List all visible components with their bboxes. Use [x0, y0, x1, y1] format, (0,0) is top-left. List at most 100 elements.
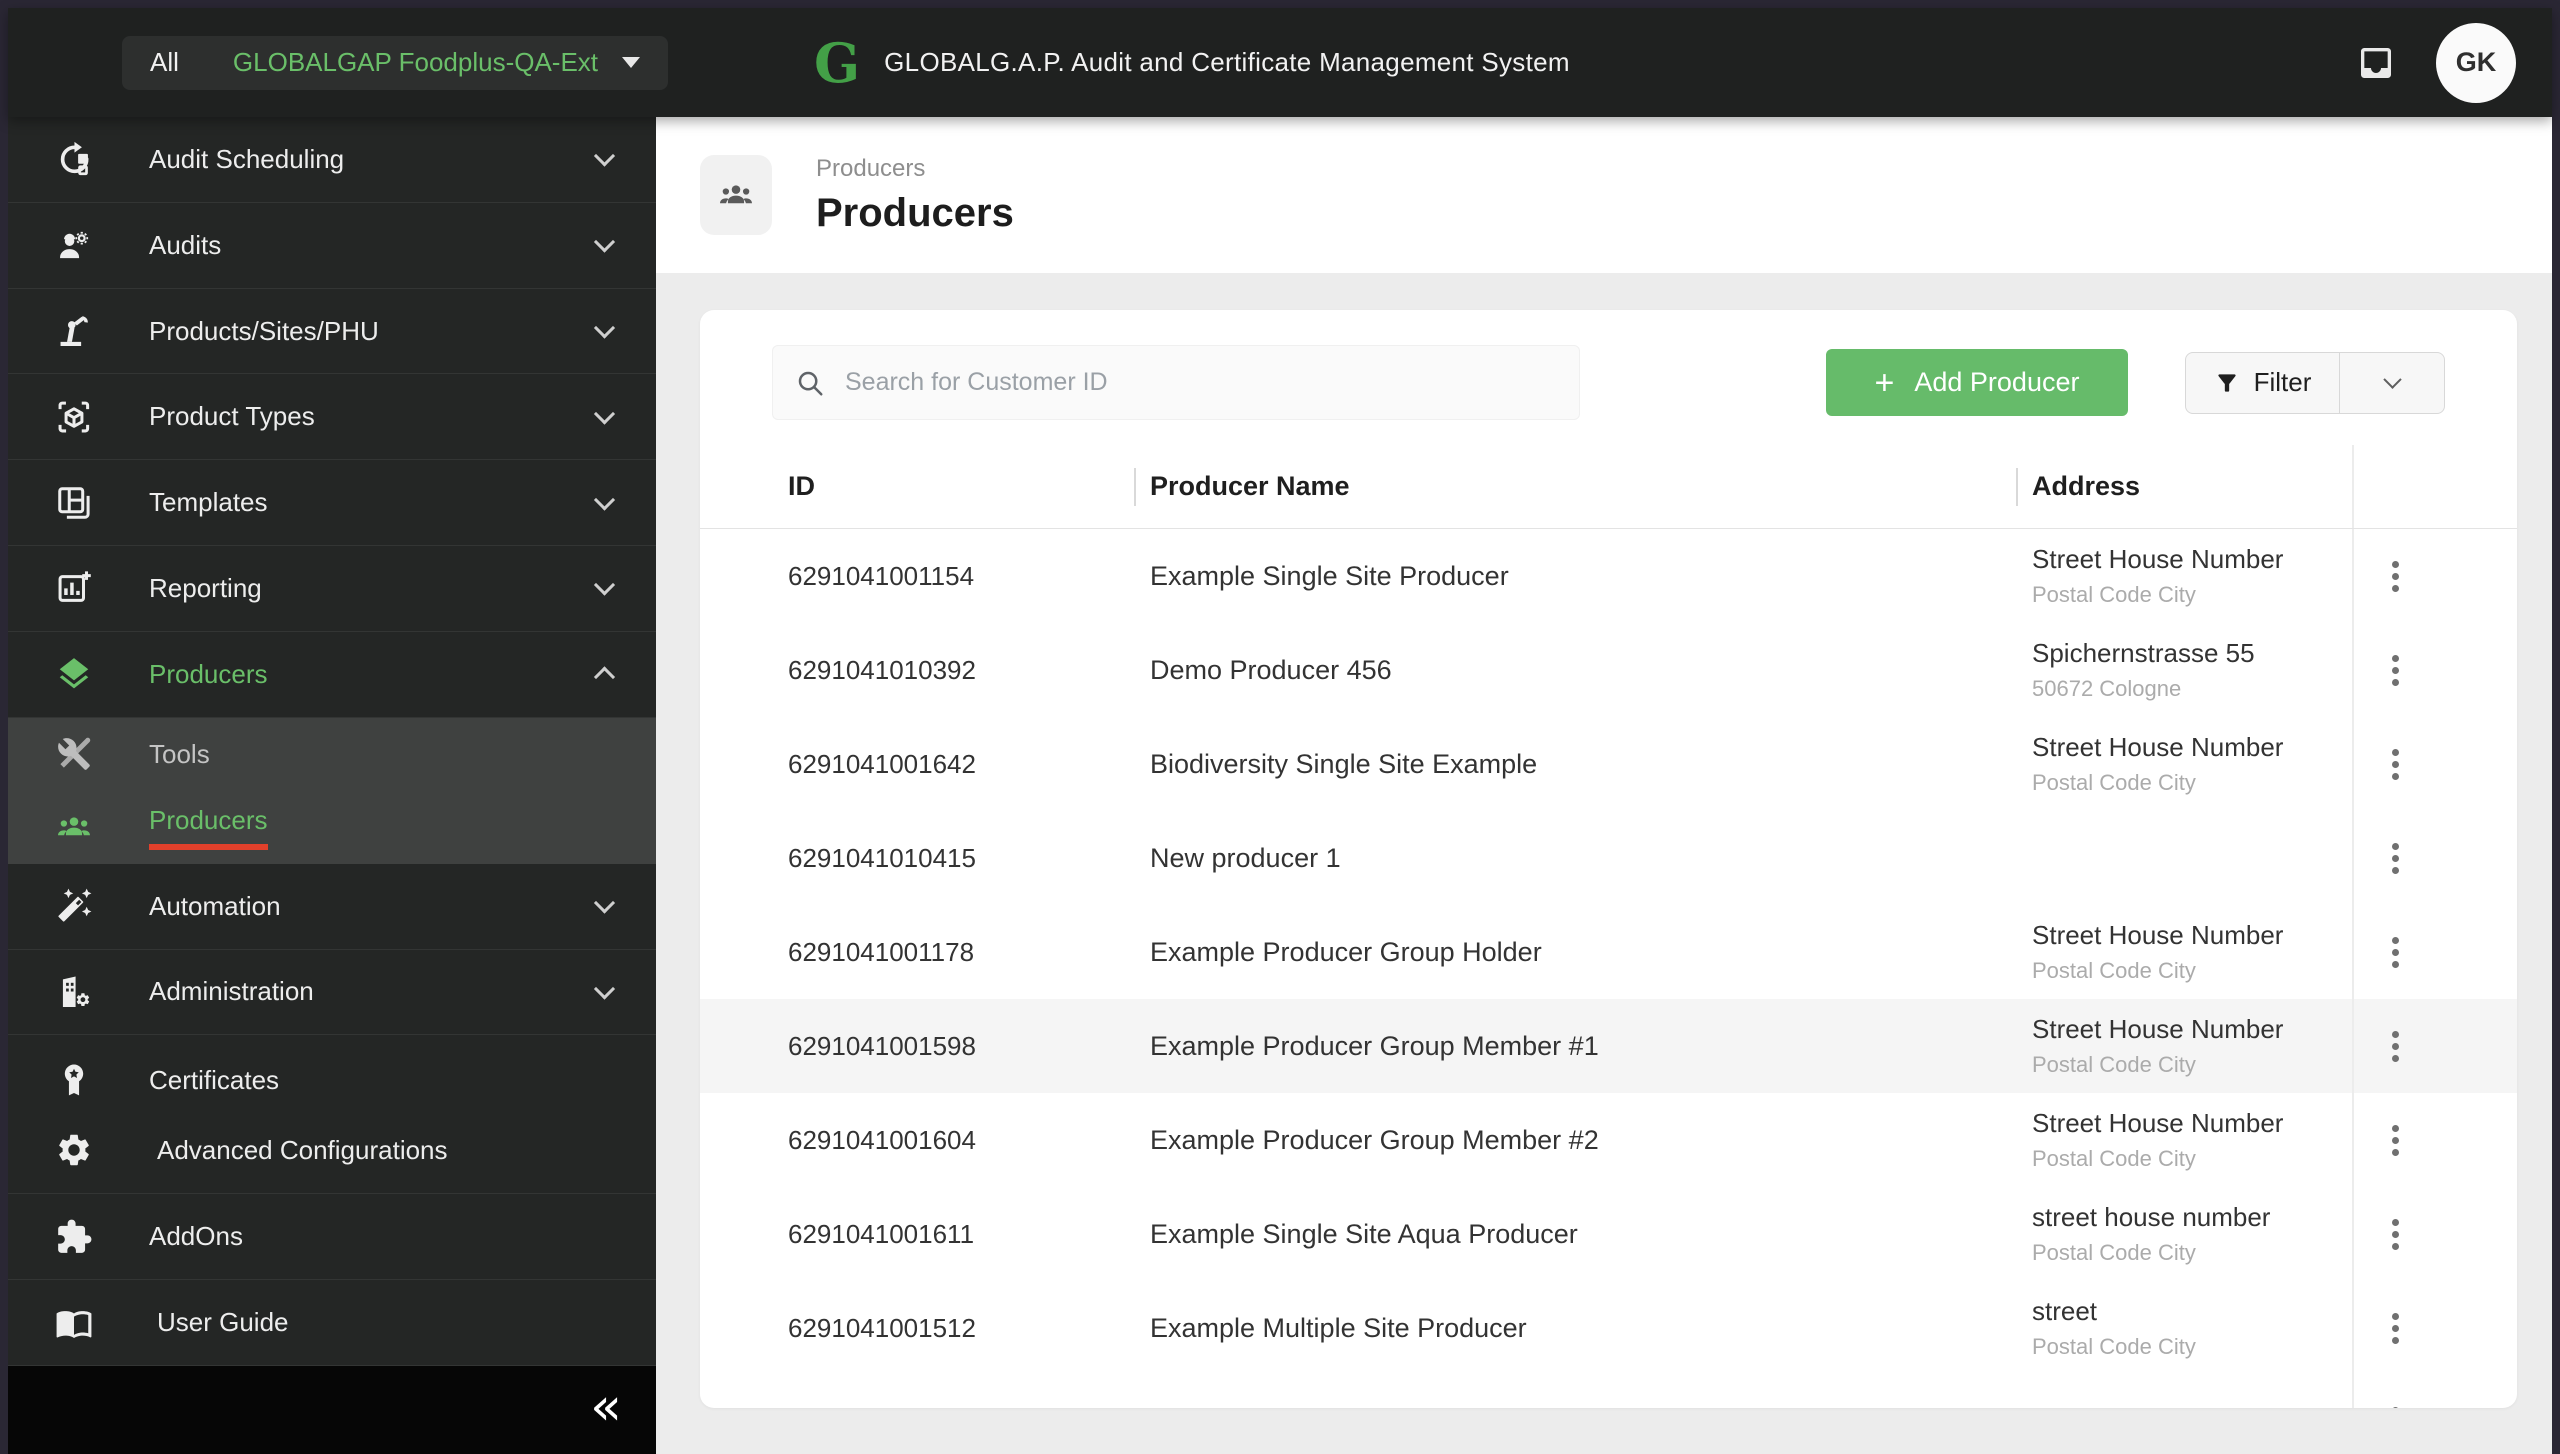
table-row[interactable]: 6291041001642 Biodiversity Single Site E…	[700, 717, 2517, 811]
filter-split-button: Filter	[2185, 351, 2445, 414]
scheme-selector[interactable]: All GLOBALGAP Foodplus-QA-Ext	[122, 35, 669, 90]
table-row[interactable]: 6291041001322 Example NURTURE Producer s…	[700, 1375, 2517, 1408]
row-actions-kebab-icon[interactable]	[2384, 1211, 2407, 1258]
scheme-all-label: All	[150, 47, 179, 77]
toolbar: + Add Producer Filter	[772, 345, 2445, 420]
sidebar-item-addons[interactable]: AddOns	[8, 1194, 656, 1281]
chevron-down-icon	[593, 145, 616, 168]
chevron-down-icon	[593, 317, 616, 339]
filter-label: Filter	[2253, 367, 2312, 397]
add-producer-button[interactable]: + Add Producer	[1826, 349, 2128, 416]
main-content: Producers Producers + Add Producer	[656, 117, 2552, 1454]
row-actions-kebab-icon[interactable]	[2384, 1023, 2407, 1070]
sidebar-item-templates[interactable]: Templates	[8, 460, 656, 547]
filter-dropdown-button[interactable]	[2339, 352, 2444, 413]
sidebar-item-user-guide[interactable]: User Guide	[8, 1280, 656, 1366]
sidebar-item-product-types[interactable]: Product Types	[8, 374, 656, 461]
sidebar-subitem-label: Tools	[149, 738, 210, 769]
search-input[interactable]	[845, 368, 1557, 397]
audits-engineer-icon	[54, 225, 94, 265]
sidebar-item-advanced-configurations[interactable]: Advanced Configurations	[8, 1115, 656, 1185]
sidebar-item-audit-scheduling[interactable]: Audit Scheduling	[8, 117, 656, 203]
sidebar-item-label: Products/Sites/PHU	[149, 315, 379, 346]
building-gear-icon	[54, 972, 94, 1012]
filter-button[interactable]: Filter	[2186, 353, 2339, 413]
people-icon	[720, 185, 752, 204]
sidebar-item-label: Producers	[149, 658, 268, 689]
tools-icon	[54, 734, 94, 774]
topbar: All GLOBALGAP Foodplus-QA-Ext G GLOBALG.…	[8, 8, 2552, 117]
user-avatar[interactable]: GK	[2436, 22, 2516, 103]
plus-icon: +	[1874, 363, 1895, 402]
page-title: Producers	[816, 190, 1014, 235]
page-header: Producers Producers	[656, 117, 2552, 273]
magic-wand-icon	[54, 886, 94, 926]
sidebar-item-certificates[interactable]: Certificates	[8, 1045, 656, 1115]
sidebar: Audit Scheduling Audits Products/Sites/P…	[8, 117, 656, 1454]
sidebar-item-label: Audits	[149, 229, 222, 260]
people-icon	[54, 807, 94, 847]
row-actions-kebab-icon[interactable]	[2384, 741, 2407, 788]
sidebar-item-label: Product Types	[149, 401, 315, 432]
add-producer-label: Add Producer	[1914, 367, 2080, 397]
sidebar-item-label: User Guide	[157, 1307, 289, 1338]
column-header-actions	[2352, 445, 2517, 528]
chevron-down-icon	[593, 489, 616, 511]
table-header: ID Producer Name Address	[700, 445, 2517, 529]
producers-card: + Add Producer Filter ID	[700, 310, 2517, 1408]
chevron-down-icon	[593, 892, 616, 914]
chevron-down-icon	[593, 978, 616, 1000]
table-row[interactable]: 6291041001604 Example Producer Group Mem…	[700, 1093, 2517, 1187]
sidebar-subitem-producers[interactable]: Producers	[8, 791, 656, 864]
cube-ar-icon	[54, 397, 94, 437]
page-icon-tile	[700, 155, 772, 235]
sidebar-item-audits[interactable]: Audits	[8, 203, 656, 289]
sidebar-item-label: Administration	[149, 976, 314, 1007]
sidebar-item-label: AddOns	[149, 1221, 243, 1252]
topbar-actions: GK	[2356, 22, 2516, 103]
report-chart-icon	[54, 568, 94, 608]
sidebar-item-reporting[interactable]: Reporting	[8, 546, 656, 632]
app-window: All GLOBALGAP Foodplus-QA-Ext G GLOBALG.…	[8, 8, 2552, 1454]
row-actions-kebab-icon[interactable]	[2384, 1305, 2407, 1352]
table-row[interactable]: 6291041001178 Example Producer Group Hol…	[700, 905, 2517, 999]
row-actions-kebab-icon[interactable]	[2384, 647, 2407, 694]
producers-submenu: Tools Producers	[8, 717, 656, 864]
sidebar-item-label: Automation	[149, 890, 281, 921]
sidebar-item-products-sites-phu[interactable]: Products/Sites/PHU	[8, 289, 656, 375]
sidebar-subitem-label: Producers	[149, 805, 268, 850]
row-actions-kebab-icon[interactable]	[2384, 1117, 2407, 1164]
row-actions-kebab-icon[interactable]	[2384, 929, 2407, 976]
sidebar-subitem-tools[interactable]: Tools	[8, 718, 656, 791]
table-row[interactable]: 6291041010392 Demo Producer 456 Spichern…	[700, 623, 2517, 717]
collapse-sidebar-button[interactable]: «	[590, 1381, 622, 1433]
inbox-icon[interactable]	[2356, 43, 2396, 83]
search-icon	[798, 371, 823, 395]
row-actions-kebab-icon[interactable]	[2384, 1399, 2407, 1408]
search-box	[772, 345, 1580, 420]
sidebar-footer: «	[8, 1365, 656, 1454]
column-header-id: ID	[788, 471, 815, 501]
app-title: GLOBALG.A.P. Audit and Certificate Manag…	[884, 47, 1570, 77]
table-row[interactable]: 6291041001154 Example Single Site Produc…	[700, 529, 2517, 623]
table-row[interactable]: 6291041001512 Example Multiple Site Prod…	[700, 1281, 2517, 1375]
sidebar-item-administration[interactable]: Administration	[8, 950, 656, 1036]
table-row-highlighted[interactable]: 6291041001598 Example Producer Group Mem…	[700, 999, 2517, 1093]
globalgap-logo: G	[814, 30, 861, 95]
table-row[interactable]: 6291041010415 New producer 1	[700, 811, 2517, 905]
sidebar-item-label: Templates	[149, 487, 268, 518]
breadcrumb[interactable]: Producers	[816, 155, 1014, 183]
sidebar-group-certificates: Certificates Advanced Configurations	[8, 1035, 656, 1195]
chevron-down-icon	[593, 403, 616, 425]
sidebar-item-label: Audit Scheduling	[149, 143, 345, 174]
chevron-up-icon	[593, 666, 616, 688]
gear-icon	[54, 1130, 94, 1170]
sidebar-item-producers[interactable]: Producers	[8, 632, 656, 718]
chevron-down-icon	[593, 574, 616, 597]
table-body: 6291041001154 Example Single Site Produc…	[700, 529, 2517, 1408]
row-actions-kebab-icon[interactable]	[2384, 835, 2407, 882]
sidebar-item-label: Certificates	[149, 1064, 280, 1095]
sidebar-item-automation[interactable]: Automation	[8, 864, 656, 950]
table-row[interactable]: 6291041001611 Example Single Site Aqua P…	[700, 1187, 2517, 1281]
row-actions-kebab-icon[interactable]	[2384, 553, 2407, 600]
